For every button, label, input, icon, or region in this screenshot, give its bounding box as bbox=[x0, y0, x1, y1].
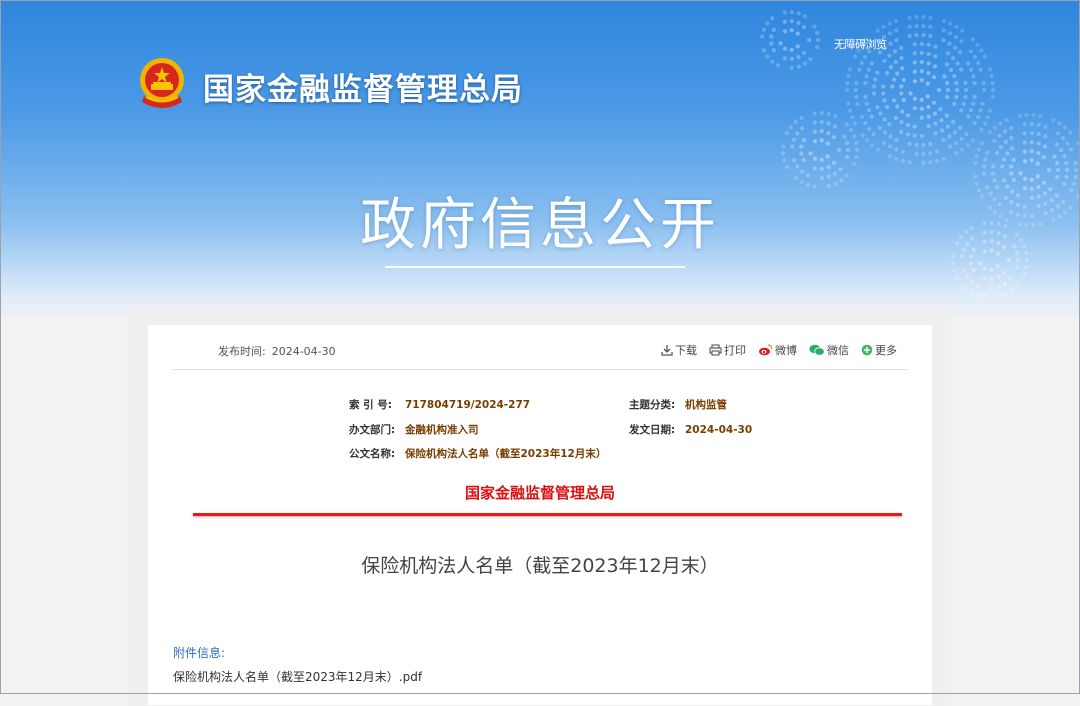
document-name-label: 公文名称: bbox=[349, 448, 396, 460]
document-info-right: 主题分类: 机构监管 发文日期: 2024-04-30 bbox=[629, 393, 752, 442]
accessible-browsing-link[interactable]: 无障碍浏览 bbox=[834, 36, 887, 52]
title-divider bbox=[385, 266, 685, 268]
weibo-share-button[interactable]: 微博 bbox=[758, 342, 797, 358]
topic-category-label: 主题分类: bbox=[629, 399, 676, 411]
issue-date-value: 2024-04-30 bbox=[685, 423, 753, 436]
publish-date: 2024-04-30 bbox=[271, 345, 336, 358]
document-info-left: 索 引 号: 717804719/2024-277 办文部门: 金融机构准入司 … bbox=[349, 393, 606, 467]
plus-circle-icon bbox=[861, 344, 873, 356]
download-button[interactable]: 下载 bbox=[661, 342, 697, 358]
meta-bar: 发布时间: 2024-04-30 下载 打印 微博 微信 更多 bbox=[173, 325, 907, 370]
issuing-department-row: 办文部门: 金融机构准入司 bbox=[349, 418, 606, 443]
section-title: 政府信息公开 bbox=[360, 193, 720, 258]
publish-time: 发布时间: 2024-04-30 bbox=[218, 343, 342, 359]
index-number-value: 717804719/2024-277 bbox=[405, 399, 531, 411]
attachment-pdf-link[interactable]: 保险机构法人名单（截至2023年12月末）.pdf bbox=[173, 668, 422, 685]
agency-name-logo-text[interactable]: 国家金融监督管理总局 bbox=[203, 64, 523, 109]
attachment-label: 附件信息: bbox=[173, 646, 226, 660]
download-icon bbox=[661, 345, 673, 356]
issuing-department-label: 办文部门: bbox=[349, 423, 396, 436]
share-tools: 下载 打印 微博 微信 更多 bbox=[649, 342, 897, 358]
print-button[interactable]: 打印 bbox=[709, 342, 746, 358]
more-label: 更多 bbox=[875, 344, 897, 357]
weibo-label: 微博 bbox=[775, 344, 797, 357]
document-name-value: 保险机构法人名单（截至2023年12月末） bbox=[405, 448, 607, 460]
document-name-row: 公文名称: 保险机构法人名单（截至2023年12月末） bbox=[349, 442, 606, 467]
wechat-icon bbox=[809, 344, 825, 356]
header-banner: 国家金融监督管理总局 无障碍浏览 政府信息公开 bbox=[0, 0, 1080, 320]
more-share-button[interactable]: 更多 bbox=[861, 342, 897, 358]
issuing-department-value: 金融机构准入司 bbox=[405, 423, 479, 436]
content-card: 发布时间: 2024-04-30 下载 打印 微博 微信 更多 索 引 号: 7… bbox=[148, 325, 932, 705]
national-emblem-icon bbox=[140, 58, 184, 108]
topic-category-value: 机构监管 bbox=[685, 399, 727, 411]
red-header-rule bbox=[193, 513, 902, 516]
wechat-share-button[interactable]: 微信 bbox=[809, 342, 849, 358]
download-label: 下载 bbox=[675, 344, 697, 357]
issue-date-row: 发文日期: 2024-04-30 bbox=[629, 418, 752, 443]
topic-category-row: 主题分类: 机构监管 bbox=[629, 393, 752, 418]
print-label: 打印 bbox=[724, 344, 746, 357]
document-issuer: 国家金融监督管理总局 bbox=[464, 484, 615, 502]
index-number-row: 索 引 号: 717804719/2024-277 bbox=[349, 393, 606, 418]
weibo-icon bbox=[759, 344, 773, 356]
issue-date-label: 发文日期: bbox=[629, 423, 676, 436]
document-title: 保险机构法人名单（截至2023年12月末） bbox=[361, 555, 719, 577]
index-number-label: 索 引 号: bbox=[349, 399, 393, 411]
publish-label: 发布时间: bbox=[218, 345, 266, 358]
wechat-label: 微信 bbox=[827, 344, 849, 357]
printer-icon bbox=[709, 344, 722, 356]
